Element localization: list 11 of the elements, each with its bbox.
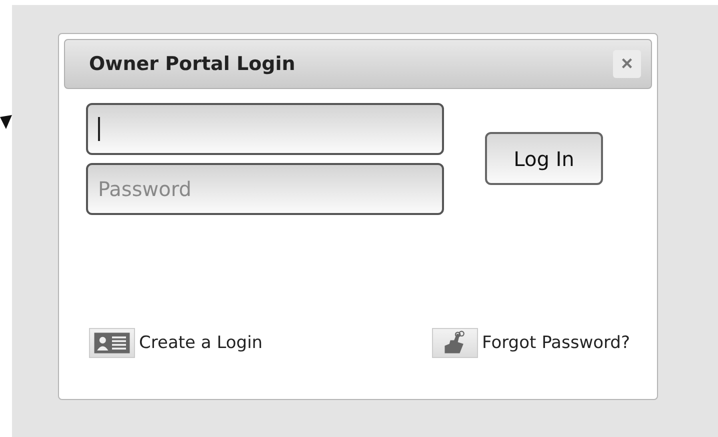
create-login-link[interactable]: Create a Login xyxy=(89,328,263,358)
id-card-icon xyxy=(89,328,135,358)
login-button[interactable]: Log In xyxy=(485,132,603,185)
text-cursor-icon xyxy=(98,117,100,141)
forgot-password-link[interactable]: Forgot Password? xyxy=(432,328,630,358)
finger-string-icon xyxy=(432,328,478,358)
triangle-icon xyxy=(0,115,12,129)
input-field[interactable] xyxy=(86,103,444,155)
dialog-title: Owner Portal Login xyxy=(89,53,296,75)
close-button[interactable]: × xyxy=(613,50,641,78)
input-field[interactable]: Password xyxy=(86,163,444,215)
